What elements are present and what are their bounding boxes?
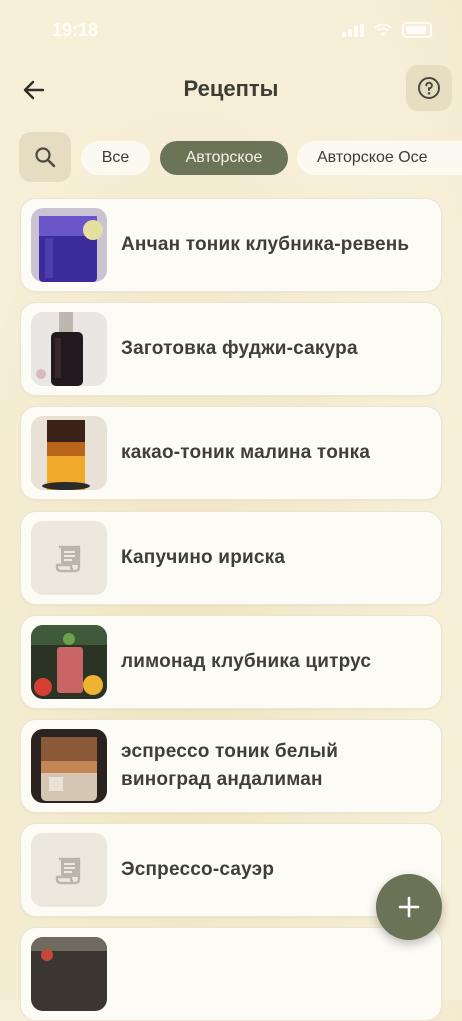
help-button[interactable] [406, 65, 452, 111]
bottle-syrup-photo [31, 312, 107, 386]
espresso-tonic-photo [31, 729, 107, 803]
recipe-name: Анчан тоник клубника-ревень [121, 234, 410, 255]
signal-icon [342, 23, 364, 37]
butterfly-pea-drink-photo [31, 208, 107, 282]
search-icon [35, 147, 56, 168]
recipe-card[interactable]: лимонад клубника цитрус [20, 615, 442, 709]
plus-icon [398, 896, 420, 918]
recipe-card[interactable]: Анчан тоник клубника-ревень [20, 198, 442, 292]
recipe-card[interactable]: Заготовка фуджи-сакура [20, 302, 442, 396]
status-time: 19:18 [52, 20, 99, 40]
recipe-placeholder [31, 521, 107, 595]
filter-chip-author[interactable]: Авторское [160, 141, 288, 175]
filter-chip-author-autumn[interactable]: Авторское Осе [297, 141, 462, 175]
recipe-thumbnail [31, 208, 107, 282]
lemonade-photo [31, 625, 107, 699]
battery-icon [402, 22, 432, 38]
recipe-thumbnail [31, 312, 107, 386]
page-title: Рецепты [183, 76, 279, 101]
recipe-name: Эспрессо-сауэр [121, 859, 275, 880]
recipe-card[interactable]: эспрессо тоник белый виноград андалиман [20, 719, 442, 813]
recipe-card[interactable]: Капучино ириска [20, 511, 442, 605]
recipe-name: лимонад клубника цитрус [121, 651, 372, 672]
status-icons [342, 22, 432, 38]
recipe-card[interactable] [20, 927, 442, 1021]
search-button[interactable] [19, 132, 71, 182]
receipt-icon [55, 857, 81, 885]
recipe-card[interactable]: какао-тоник малина тонка [20, 406, 442, 500]
wifi-icon [374, 23, 392, 36]
recipe-thumbnail [31, 729, 107, 803]
recipe-name: эспрессо тоник белый виноград андалиман [121, 741, 339, 790]
receipt-icon [55, 545, 81, 573]
header: Рецепты [0, 62, 462, 118]
recipe-name: какао-тоник малина тонка [121, 442, 371, 463]
question-icon [418, 77, 440, 99]
recipe-thumbnail [31, 416, 107, 490]
filter-bar: Все Авторское Авторское Осе [0, 132, 462, 184]
status-bar: 19:18 [0, 0, 462, 60]
recipe-name: Заготовка фуджи-сакура [121, 338, 358, 359]
filter-chip-all[interactable]: Все [81, 141, 150, 175]
recipe-name: Капучино ириска [121, 547, 286, 568]
add-recipe-button[interactable] [376, 874, 442, 940]
recipe-thumbnail [31, 625, 107, 699]
recipe-placeholder [31, 833, 107, 907]
layered-drink-photo [31, 416, 107, 490]
